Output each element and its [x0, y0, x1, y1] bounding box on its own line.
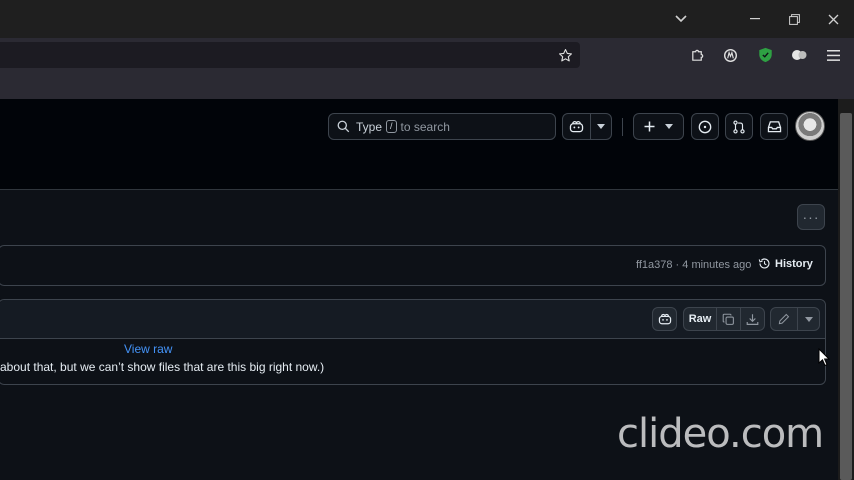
create-new-button[interactable] — [633, 113, 684, 140]
copy-icon — [722, 313, 734, 325]
copilot-icon — [658, 313, 671, 325]
search-shortcut-key: / — [386, 120, 397, 133]
search-placeholder-before: Type — [356, 119, 383, 134]
latest-commit-text[interactable]: ff1a378 · 4 minutes ago — [636, 259, 751, 271]
header-divider — [622, 118, 623, 136]
copilot-button[interactable] — [562, 113, 612, 140]
pencil-icon — [778, 313, 790, 325]
github-header: Type / to search — [0, 99, 838, 190]
page-scrollbar[interactable] — [838, 99, 854, 480]
restore-button[interactable] — [781, 6, 807, 32]
account-circle-icon[interactable] — [721, 46, 739, 64]
more-options-button[interactable]: ··· — [797, 204, 825, 230]
search-input[interactable]: Type / to search — [328, 113, 556, 140]
extensions-puzzle-icon[interactable] — [688, 46, 706, 64]
plus-icon — [644, 121, 655, 132]
chevron-down-icon — [804, 316, 813, 322]
shield-extension-icon[interactable] — [756, 46, 774, 64]
search-placeholder-after: to search — [400, 119, 450, 134]
history-button[interactable]: History — [758, 257, 813, 270]
copilot-icon — [569, 121, 584, 133]
toolbar-spacer — [0, 72, 854, 99]
chevron-down-icon — [665, 124, 673, 129]
download-icon — [746, 313, 759, 325]
raw-button[interactable]: Raw — [684, 308, 716, 330]
browser-toolbar — [0, 38, 854, 72]
copy-raw-button[interactable] — [716, 308, 740, 330]
clideo-watermark: clideo.com — [617, 411, 824, 457]
url-bar[interactable] — [0, 42, 580, 68]
view-raw-link[interactable]: View raw — [124, 342, 172, 356]
close-button[interactable] — [820, 6, 846, 32]
inbox-button[interactable] — [760, 113, 788, 140]
bookmark-star-icon[interactable] — [556, 46, 574, 64]
browser-titlebar — [0, 0, 854, 38]
hamburger-menu-icon[interactable] — [824, 46, 842, 64]
edit-file-button[interactable] — [771, 308, 797, 330]
copilot-file-button[interactable] — [652, 307, 677, 331]
chevron-down-icon — [597, 124, 605, 129]
pull-requests-button[interactable] — [725, 113, 753, 140]
issue-opened-icon — [698, 120, 712, 133]
tab-list-chevron-icon[interactable] — [668, 6, 694, 32]
mouse-cursor-icon — [818, 348, 830, 367]
raw-copy-download-group: Raw — [683, 307, 765, 331]
download-raw-button[interactable] — [740, 308, 764, 330]
file-too-big-message: about that, but we can’t show files that… — [0, 360, 325, 374]
scrollbar-thumb[interactable] — [840, 113, 852, 480]
issues-button[interactable] — [691, 113, 719, 140]
inbox-icon — [767, 121, 781, 133]
history-label: History — [775, 257, 813, 270]
edit-options-dropdown[interactable] — [797, 308, 819, 330]
minimize-button[interactable] — [742, 6, 768, 32]
history-icon — [758, 258, 770, 269]
edit-group — [770, 307, 820, 331]
avatar[interactable] — [795, 111, 825, 141]
raw-label: Raw — [688, 313, 712, 325]
search-icon — [337, 120, 350, 133]
extension-blob-icon[interactable] — [790, 46, 808, 64]
git-pull-request-icon — [733, 119, 745, 134]
